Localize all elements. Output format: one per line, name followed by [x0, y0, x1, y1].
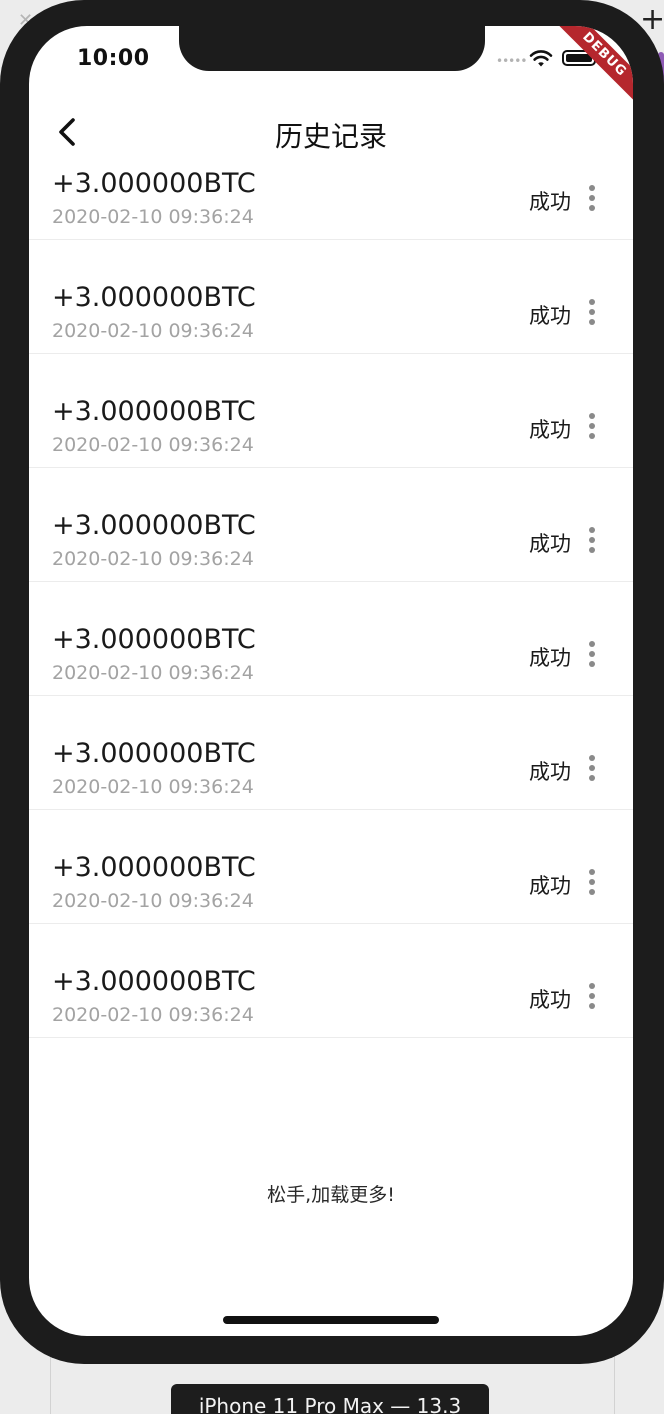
record-amount: +3.000000BTC [52, 510, 256, 541]
page-title: 历史记录 [274, 120, 387, 153]
record-time: 2020-02-10 09:36:24 [52, 662, 254, 684]
record-amount: +3.000000BTC [52, 168, 256, 199]
home-indicator[interactable] [223, 1316, 439, 1324]
record-status: 成功 [529, 874, 571, 898]
record-status: 成功 [529, 760, 571, 784]
record-time: 2020-02-10 09:36:24 [52, 890, 254, 912]
record-time: 2020-02-10 09:36:24 [52, 776, 254, 798]
history-list[interactable]: +3.000000BTC 2020-02-10 09:36:24 成功 +3.0… [29, 126, 633, 1038]
host-divider [614, 1356, 615, 1414]
more-vertical-icon[interactable] [587, 299, 597, 327]
record-time: 2020-02-10 09:36:24 [52, 206, 254, 228]
record-time: 2020-02-10 09:36:24 [52, 320, 254, 342]
status-time: 10:00 [77, 46, 150, 71]
more-vertical-icon[interactable] [587, 869, 597, 897]
list-item[interactable]: +3.000000BTC 2020-02-10 09:36:24 成功 [29, 468, 633, 582]
more-vertical-icon[interactable] [587, 527, 597, 555]
record-amount: +3.000000BTC [52, 738, 256, 769]
app-bar: 历史记录 [29, 96, 633, 168]
device-frame: 10:00 ••••• DEBUG +3.000000BTC 2020-02-1… [0, 0, 664, 1364]
more-vertical-icon[interactable] [587, 755, 597, 783]
more-vertical-icon[interactable] [587, 185, 597, 213]
simulator-device-label: iPhone 11 Pro Max — 13.3 [171, 1384, 489, 1414]
signal-icon: ••••• [496, 54, 527, 68]
more-vertical-icon[interactable] [587, 413, 597, 441]
list-item[interactable]: +3.000000BTC 2020-02-10 09:36:24 成功 [29, 240, 633, 354]
list-item[interactable]: +3.000000BTC 2020-02-10 09:36:24 成功 [29, 810, 633, 924]
record-amount: +3.000000BTC [52, 282, 256, 313]
list-item[interactable]: +3.000000BTC 2020-02-10 09:36:24 成功 [29, 582, 633, 696]
record-time: 2020-02-10 09:36:24 [52, 1004, 254, 1026]
list-item[interactable]: +3.000000BTC 2020-02-10 09:36:24 成功 [29, 696, 633, 810]
record-amount: +3.000000BTC [52, 624, 256, 655]
load-more-hint: 松手,加载更多! [267, 1184, 395, 1206]
host-divider [50, 1356, 51, 1414]
record-status: 成功 [529, 646, 571, 670]
record-time: 2020-02-10 09:36:24 [52, 548, 254, 570]
wifi-icon [529, 50, 553, 67]
device-screen: 10:00 ••••• DEBUG +3.000000BTC 2020-02-1… [29, 26, 633, 1336]
record-status: 成功 [529, 418, 571, 442]
record-amount: +3.000000BTC [52, 852, 256, 883]
list-item[interactable]: +3.000000BTC 2020-02-10 09:36:24 成功 [29, 924, 633, 1038]
record-status: 成功 [529, 988, 571, 1012]
device-notch [179, 26, 485, 71]
record-amount: +3.000000BTC [52, 396, 256, 427]
more-vertical-icon[interactable] [587, 641, 597, 669]
record-status: 成功 [529, 532, 571, 556]
list-item[interactable]: +3.000000BTC 2020-02-10 09:36:24 成功 [29, 354, 633, 468]
record-status: 成功 [529, 304, 571, 328]
record-status: 成功 [529, 190, 571, 214]
record-time: 2020-02-10 09:36:24 [52, 434, 254, 456]
more-vertical-icon[interactable] [587, 983, 597, 1011]
record-amount: +3.000000BTC [52, 966, 256, 997]
